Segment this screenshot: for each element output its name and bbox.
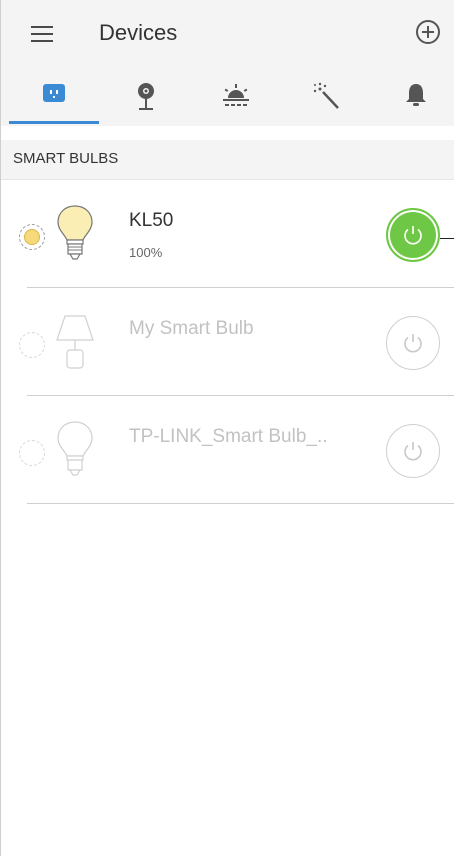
plus-circle-icon[interactable]: [416, 20, 440, 44]
tab-plug[interactable]: [9, 70, 99, 126]
power-icon: [404, 442, 422, 461]
tab-bar: [1, 70, 454, 126]
device-name: KL50: [129, 210, 174, 231]
row-divider: [27, 503, 454, 504]
power-toggle-button[interactable]: [386, 316, 440, 370]
light-bulb-icon: [57, 421, 93, 476]
device-state-dot: [19, 332, 45, 358]
callout-line: [440, 238, 454, 239]
page-title: Devices: [99, 20, 178, 45]
smart-plug-icon: [43, 84, 65, 102]
magic-wand-icon: [313, 82, 339, 109]
light-bulb-icon: [57, 205, 93, 260]
active-tab-indicator: [9, 121, 99, 124]
bell-icon: [406, 84, 426, 106]
hamburger-menu-icon[interactable]: [31, 26, 53, 42]
power-toggle-button[interactable]: [386, 424, 440, 478]
power-icon: [404, 226, 422, 245]
camera-icon: [138, 83, 154, 110]
device-row-tp-link-smart-bulb[interactable]: TP-LINK_Smart Bulb_..: [1, 396, 454, 504]
device-brightness: 100%: [129, 245, 163, 260]
device-name: TP-LINK_Smart Bulb_..: [129, 426, 328, 447]
top-bar: Devices: [1, 0, 454, 70]
tab-camera[interactable]: [101, 70, 191, 126]
power-icon: [404, 334, 422, 353]
app-screen: Devices SMART BULBS KL50 100% My Smart B…: [0, 0, 454, 856]
device-state-dot: [19, 440, 45, 466]
section-header: SMART BULBS: [1, 140, 454, 180]
device-row-kl50[interactable]: KL50 100%: [1, 180, 454, 288]
tab-notifications[interactable]: [371, 70, 454, 126]
power-toggle-button[interactable]: [386, 208, 440, 262]
device-state-dot: [19, 224, 45, 250]
sunrise-icon: [223, 84, 249, 106]
tab-magic[interactable]: [281, 70, 371, 126]
lamp-icon: [56, 315, 94, 369]
device-row-my-smart-bulb[interactable]: My Smart Bulb: [1, 288, 454, 396]
section-label: SMART BULBS: [13, 150, 119, 167]
device-name: My Smart Bulb: [129, 318, 254, 339]
tab-sunrise[interactable]: [191, 70, 281, 126]
